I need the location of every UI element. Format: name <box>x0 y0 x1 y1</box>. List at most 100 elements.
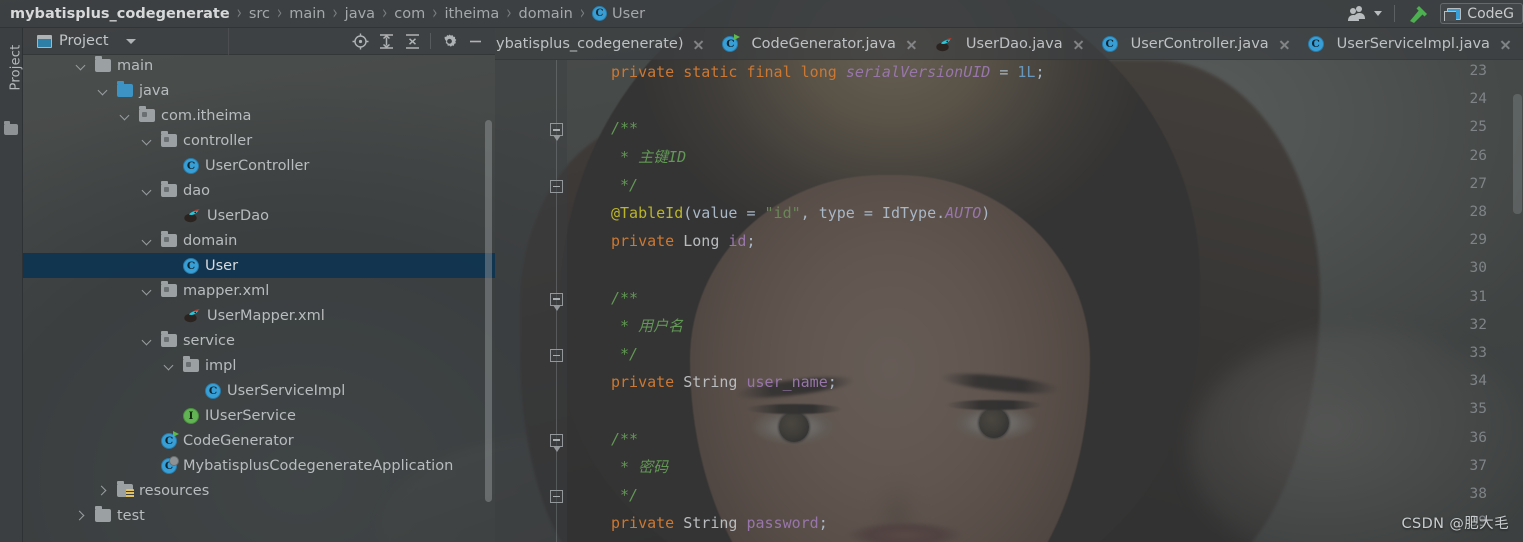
tree-node-user[interactable]: C User <box>23 253 495 278</box>
fold-toggle-icon[interactable] <box>550 490 563 503</box>
chevron-down-icon[interactable] <box>141 185 153 197</box>
breadcrumb-item-label: mybatisplus_codegenerate <box>10 5 230 22</box>
chevron-down-icon[interactable] <box>97 85 109 97</box>
code-line: /** <box>611 289 638 308</box>
tree-arrow-spacer <box>141 460 153 472</box>
close-icon[interactable] <box>1072 38 1085 51</box>
tree-arrow-spacer <box>163 310 175 322</box>
tree-node-userdao[interactable]: UserDao <box>23 203 495 228</box>
breadcrumb-item-mybatisplus-codegenerate[interactable]: mybatisplus_codegenerate <box>10 0 230 28</box>
tree-node-resources[interactable]: resources <box>23 478 495 503</box>
fold-toggle-icon[interactable] <box>550 433 563 452</box>
editor-tab-userserviceimpl-java[interactable]: C UserServiceImpl.java <box>1301 28 1522 59</box>
chevron-down-icon[interactable] <box>1374 11 1383 16</box>
tree-node-controller[interactable]: controller <box>23 128 495 153</box>
code-token: user_name <box>746 373 828 392</box>
breadcrumb-item-itheima[interactable]: itheima <box>444 0 499 28</box>
tree-node-dao[interactable]: dao <box>23 178 495 203</box>
chevron-down-icon[interactable] <box>125 38 136 44</box>
expand-all-icon[interactable] <box>374 29 398 53</box>
tree-node-com-itheima[interactable]: com.itheima <box>23 103 495 128</box>
editor-tab-usercontroller-java[interactable]: C UserController.java <box>1095 28 1301 59</box>
chevron-down-icon[interactable] <box>163 360 175 372</box>
tree-node-mybatispluscodegenerateapplication[interactable]: C MybatisplusCodegenerateApplication <box>23 453 495 478</box>
fold-toggle-icon[interactable] <box>550 292 563 311</box>
editor-tab-codegenerator-java[interactable]: C CodeGenerator.java <box>715 28 927 59</box>
close-icon[interactable] <box>905 38 918 51</box>
tree-node-java[interactable]: java <box>23 78 495 103</box>
java-class-icon: C <box>1101 36 1118 52</box>
project-panel-title-group[interactable]: Project <box>23 33 136 49</box>
chevron-down-icon[interactable] <box>75 60 87 72</box>
breadcrumb-item-label: itheima <box>444 5 500 22</box>
run-configuration-selector[interactable]: CodeG <box>1440 3 1523 24</box>
chevron-down-icon[interactable] <box>141 335 153 347</box>
close-icon[interactable] <box>1278 38 1291 51</box>
breadcrumb-item-user[interactable]: C User <box>592 0 645 28</box>
project-panel-scrollbar[interactable] <box>485 120 492 502</box>
people-icon[interactable] <box>1345 0 1387 28</box>
hammer-icon[interactable] <box>1402 0 1434 28</box>
tree-node-codegenerator[interactable]: C CodeGenerator <box>23 428 495 453</box>
build-hammer-glyph <box>1410 5 1428 23</box>
tree-node-label: User <box>205 257 239 274</box>
breadcrumb-item-com[interactable]: com <box>394 0 425 28</box>
chevron-down-icon[interactable] <box>141 235 153 247</box>
java-interface-icon: I <box>183 407 199 424</box>
fold-toggle-icon[interactable] <box>550 123 563 142</box>
breadcrumb-item-main[interactable]: main <box>289 0 325 28</box>
run-config-icon <box>1444 7 1462 21</box>
tree-node-service[interactable]: service <box>23 328 495 353</box>
tree-node-usercontroller[interactable]: C UserController <box>23 153 495 178</box>
tree-node-main[interactable]: main <box>23 53 495 78</box>
spring-boot-class-icon: C <box>161 455 179 474</box>
breadcrumb: mybatisplus_codegenerate › src › main › java › c… <box>0 0 645 28</box>
breadcrumb-item-java[interactable]: java <box>345 0 375 28</box>
close-icon[interactable] <box>1499 38 1512 51</box>
tool-window-button-project[interactable]: Project <box>9 35 24 101</box>
close-icon[interactable] <box>692 38 705 51</box>
code-token: , type = IdType. <box>800 204 946 222</box>
tree-node-userserviceimpl[interactable]: C UserServiceImpl <box>23 378 495 403</box>
tree-node-iuserservice[interactable]: I IUserService <box>23 403 495 428</box>
gear-icon[interactable] <box>437 29 461 53</box>
breadcrumb-item-src[interactable]: src <box>249 0 270 28</box>
chevron-down-icon[interactable] <box>141 285 153 297</box>
tree-node-mapper-xml[interactable]: mapper.xml <box>23 278 495 303</box>
tree-node-test[interactable]: test <box>23 503 495 528</box>
editor-tab-userdao-java[interactable]: UserDao.java <box>928 28 1095 59</box>
minimize-icon[interactable] <box>463 29 487 53</box>
locate-icon[interactable] <box>348 29 372 53</box>
tree-arrow-spacer <box>163 160 175 172</box>
editor-tab-ybatisplus-codegenerate-[interactable]: ybatisplus_codegenerate) <box>495 28 715 59</box>
chevron-down-icon[interactable] <box>141 135 153 147</box>
tree-node-domain[interactable]: domain <box>23 228 495 253</box>
breadcrumb-item-label: java <box>344 5 376 22</box>
breadcrumb-item-label: User <box>612 5 646 22</box>
code-token: ) <box>981 204 991 222</box>
package-icon <box>183 356 199 372</box>
project-panel-toolbar <box>348 29 495 53</box>
tree-node-usermapper-xml[interactable]: UserMapper.xml <box>23 303 495 328</box>
run-config-label: CodeG <box>1467 5 1514 22</box>
mybatis-mapper-icon <box>183 308 201 323</box>
code-token: serialVersionUID <box>845 63 991 81</box>
code-token: * 用户名 <box>611 316 684 335</box>
breadcrumb-separator: › <box>332 2 338 25</box>
breadcrumb-item-domain[interactable]: domain <box>519 0 573 28</box>
tree-arrow-spacer <box>163 210 175 222</box>
chevron-right-icon[interactable] <box>97 485 109 497</box>
chevron-down-icon[interactable] <box>119 110 131 122</box>
divider <box>228 28 229 55</box>
fold-toggle-icon[interactable] <box>550 179 563 193</box>
chevron-right-icon[interactable] <box>75 510 87 522</box>
code-line: private Long id; <box>611 232 756 251</box>
tree-node-impl[interactable]: impl <box>23 353 495 378</box>
collapse-all-icon[interactable] <box>400 29 424 53</box>
code-token: id <box>728 232 747 251</box>
breadcrumb-separator: › <box>277 2 283 25</box>
editor-scrollbar[interactable] <box>1513 94 1522 214</box>
code-token: (value = <box>683 204 765 222</box>
code-editor[interactable]: 23 24 25 26 27 28 29 30 31 32 33 34 35 36 37 38 39 priva… <box>495 60 1523 542</box>
fold-toggle-icon[interactable] <box>550 349 563 362</box>
